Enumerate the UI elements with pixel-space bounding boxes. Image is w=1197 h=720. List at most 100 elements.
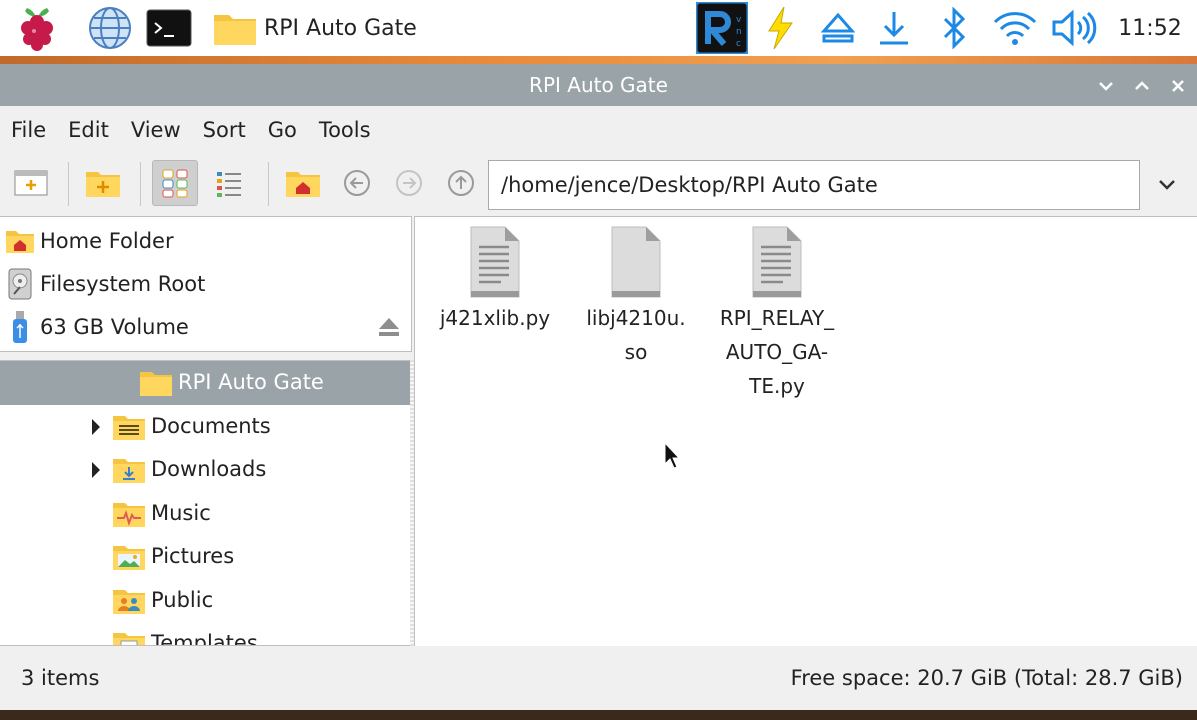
new-folder-button[interactable]: [80, 160, 126, 206]
close-button[interactable]: [1164, 72, 1192, 100]
svg-text:n: n: [736, 27, 742, 37]
expand-arrow-icon[interactable]: [90, 418, 102, 436]
folder-icon: [214, 15, 256, 45]
menu-sort[interactable]: Sort: [192, 110, 257, 150]
file-name-line: libj4210u.: [586, 306, 686, 330]
place-home-folder[interactable]: Home Folder: [0, 219, 410, 262]
tree-item-label: RPI Auto Gate: [178, 370, 324, 394]
download-icon[interactable]: [872, 0, 916, 56]
home-button[interactable]: [280, 160, 326, 206]
place-label: Home Folder: [40, 228, 174, 253]
minimize-button[interactable]: [1092, 72, 1120, 100]
chevron-down-icon: [1099, 82, 1113, 91]
tree-item-public[interactable]: Public: [0, 579, 410, 622]
icon-view-button[interactable]: [152, 160, 198, 206]
tree-item-rpi-auto-gate[interactable]: RPI Auto Gate: [0, 361, 410, 404]
menu-view[interactable]: View: [120, 110, 192, 150]
tree-item-label: Music: [151, 501, 211, 525]
file-name-line: TE.py: [749, 374, 805, 398]
file-item[interactable]: j421xlib.py: [425, 225, 565, 335]
places-pane: Home Folder Filesystem Root 63 GB Volume: [0, 216, 412, 352]
up-button[interactable]: [438, 160, 484, 206]
mouse-cursor-icon: [664, 442, 680, 469]
text-file-icon: [470, 226, 520, 298]
downloads-folder-icon: [113, 459, 145, 483]
eject-icon[interactable]: [378, 317, 400, 337]
place-label: 63 GB Volume: [40, 314, 189, 339]
file-view: j421xlib.py libj4210u. so RPI_RELAY_ AUT…: [414, 216, 1197, 646]
tree-item-documents[interactable]: Documents: [0, 405, 410, 448]
tree-item-label: Templates: [151, 631, 258, 646]
path-dropdown-button[interactable]: [1146, 160, 1188, 210]
maximize-button[interactable]: [1128, 72, 1156, 100]
terminal-icon[interactable]: [142, 0, 196, 56]
menu-edit[interactable]: Edit: [57, 110, 120, 150]
file-item[interactable]: libj4210u. so: [566, 225, 706, 369]
list-view-button[interactable]: [206, 160, 252, 206]
file-manager-window: RPI Auto Gate File Edit View Sort Go Too…: [0, 64, 1197, 710]
expand-arrow-icon[interactable]: [90, 461, 102, 479]
menu-go[interactable]: Go: [257, 110, 308, 150]
window-title: RPI Auto Gate: [529, 73, 668, 97]
public-folder-icon: [113, 590, 145, 614]
home-folder-icon: [6, 230, 34, 253]
tree-item-templates[interactable]: Templates: [0, 622, 410, 646]
volume-icon[interactable]: [1048, 0, 1100, 56]
taskbar-window-button[interactable]: RPI Auto Gate: [212, 0, 452, 56]
eject-icon[interactable]: [816, 0, 860, 56]
home-icon: [286, 172, 320, 197]
menu-file[interactable]: File: [0, 110, 57, 150]
tree-item-music[interactable]: Music: [0, 492, 410, 535]
folder-icon: [140, 372, 172, 396]
file-name-line: so: [624, 340, 648, 364]
path-input[interactable]: [488, 160, 1140, 210]
hard-drive-icon: [8, 268, 32, 299]
svg-text:c: c: [736, 39, 741, 49]
file-item[interactable]: RPI_RELAY_ AUTO_GA- TE.py: [707, 225, 847, 403]
tree-item-label: Downloads: [151, 457, 267, 481]
file-name-line: AUTO_GA-: [725, 340, 829, 364]
window-titlebar[interactable]: RPI Auto Gate: [0, 64, 1197, 106]
globe-icon[interactable]: [84, 0, 136, 56]
templates-folder-icon: [113, 633, 145, 645]
chevron-down-icon: [1159, 180, 1175, 190]
forward-button[interactable]: [386, 160, 432, 206]
tree-item-label: Documents: [151, 414, 271, 438]
vnc-icon[interactable]: v n c: [695, 0, 749, 56]
free-space: Free space: 20.7 GiB (Total: 28.7 GiB): [790, 666, 1183, 690]
tree-item-pictures[interactable]: Pictures: [0, 535, 410, 578]
bluetooth-icon[interactable]: [934, 0, 974, 56]
place-63gb-volume[interactable]: 63 GB Volume: [0, 305, 410, 348]
file-name: j421xlib.py: [439, 306, 551, 330]
toolbar-separator: [68, 162, 69, 206]
wifi-icon[interactable]: [990, 0, 1040, 56]
toolbar-separator: [140, 162, 141, 206]
tree-item-downloads[interactable]: Downloads: [0, 448, 410, 491]
taskbar-accent-bar: [0, 56, 1197, 64]
menu-tools[interactable]: Tools: [308, 110, 382, 150]
text-file-icon: [752, 226, 802, 298]
new-window-button[interactable]: [8, 160, 54, 206]
up-icon: [448, 170, 474, 196]
place-filesystem-root[interactable]: Filesystem Root: [0, 262, 410, 305]
binary-file-icon: [611, 226, 661, 298]
back-button[interactable]: [334, 160, 380, 206]
place-label: Filesystem Root: [40, 271, 206, 296]
tree-item-label: Pictures: [151, 544, 235, 568]
directory-tree: RPI Auto Gate Documents Downloads Music …: [0, 360, 412, 646]
bolt-icon[interactable]: [758, 0, 802, 56]
usb-drive-icon: [13, 310, 27, 343]
desktop-bottom-edge: [0, 710, 1197, 720]
new-folder-icon: [86, 172, 120, 197]
taskbar: RPI Auto Gate v n c 11:52: [0, 0, 1197, 56]
back-icon: [344, 170, 370, 196]
icon-view-icon: [162, 169, 188, 198]
toolbar: [0, 154, 1197, 216]
raspberry-menu-icon[interactable]: [12, 0, 62, 56]
pictures-folder-icon: [113, 546, 145, 570]
status-bar: 3 items Free space: 20.7 GiB (Total: 28.…: [0, 646, 1197, 710]
list-view-icon: [217, 172, 241, 197]
clock[interactable]: 11:52: [1108, 0, 1192, 56]
file-name-line: RPI_RELAY_: [719, 306, 835, 330]
svg-text:v: v: [736, 15, 742, 25]
